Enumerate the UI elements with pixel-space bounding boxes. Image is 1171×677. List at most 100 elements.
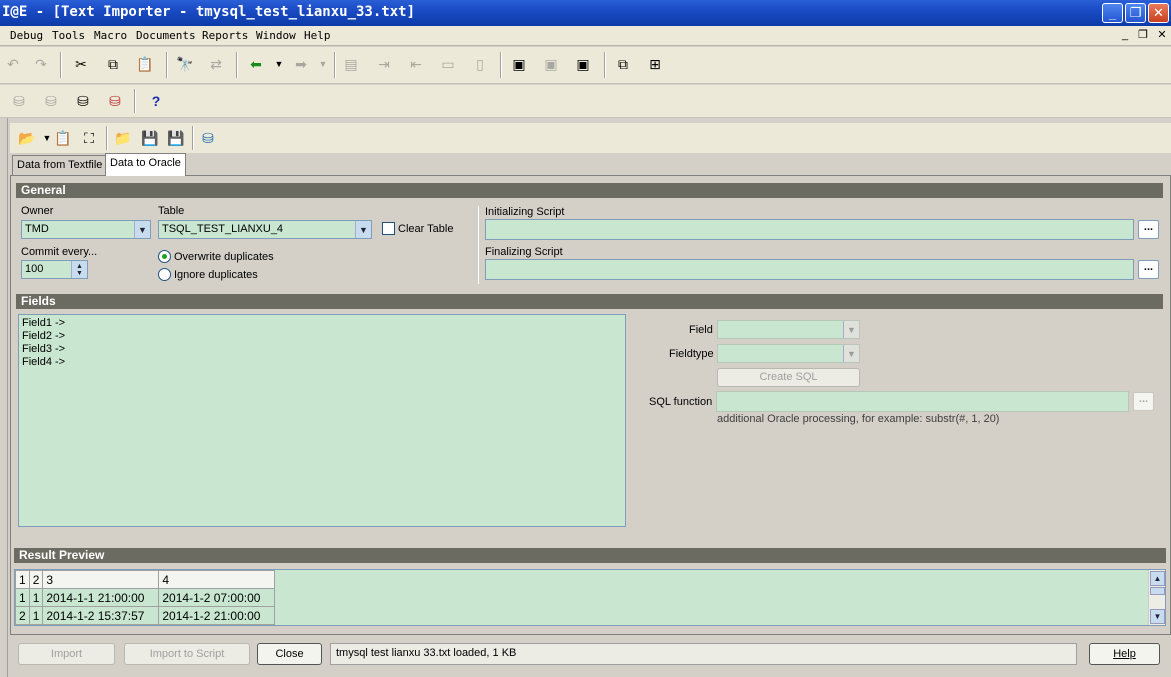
scroll-thumb[interactable] <box>1150 587 1165 595</box>
outdent-icon[interactable]: ⇤ <box>405 53 427 75</box>
tsql-icon[interactable]: ⛁ <box>40 90 62 112</box>
table-cell: 1 <box>28 588 44 607</box>
debug-icon[interactable]: ▣ <box>572 53 594 75</box>
table-row[interactable]: 1 1 2014-1-1 21:00:00 2014-1-2 07:00:00 <box>15 588 276 607</box>
mdi-minimize-icon[interactable]: _ <box>1117 28 1133 43</box>
table-cell: 2014-1-2 21:00:00 <box>158 606 276 625</box>
toolbar-separator <box>500 52 502 78</box>
goto-back-dropdown-icon[interactable]: ▼ <box>268 53 290 75</box>
import-button[interactable]: Import <box>18 643 115 665</box>
save-as-icon[interactable]: 💾 <box>165 127 187 149</box>
help-icon[interactable]: ? <box>145 90 167 112</box>
chevron-down-icon[interactable]: ▼ <box>843 321 859 338</box>
menu-bar: Debug Tools Macro Documents Reports Wind… <box>0 26 1171 46</box>
toolbar-separator <box>334 52 336 78</box>
initializing-script-input[interactable] <box>485 219 1134 240</box>
menu-help[interactable]: Help <box>304 29 331 42</box>
import-to-script-button[interactable]: Import to Script <box>124 643 250 665</box>
fields-list[interactable]: Field1 -> Field2 -> Field3 -> Field4 -> <box>18 314 626 527</box>
fields-header: Fields <box>16 294 1163 309</box>
paste-data-icon[interactable]: 📋 <box>52 127 74 149</box>
sql-function-browse-button[interactable]: ... <box>1133 392 1154 411</box>
clear-table-checkbox[interactable] <box>382 222 395 235</box>
redo-icon[interactable]: ↷ <box>30 53 52 75</box>
mdi-close-icon[interactable]: ✕ <box>1154 28 1170 43</box>
column-header[interactable]: 1 <box>15 570 30 589</box>
ignore-duplicates-label[interactable]: Ignore duplicates <box>174 269 258 281</box>
step-icon[interactable]: ▣ <box>540 53 562 75</box>
cut-icon[interactable]: ✂ <box>70 53 92 75</box>
list-item[interactable]: Field4 -> <box>22 356 622 369</box>
table-cell: 1 <box>28 606 44 625</box>
finalizing-script-browse-button[interactable]: ... <box>1138 260 1159 279</box>
result-table: 1 2 3 4 1 1 2014-1-1 21:00:00 2014-1-2 0… <box>15 570 276 625</box>
disconnect-icon[interactable]: ⛁ <box>104 90 126 112</box>
indent-icon[interactable]: ⇥ <box>373 53 395 75</box>
menu-documents[interactable]: Documents <box>136 29 196 42</box>
column-header[interactable]: 4 <box>158 570 276 589</box>
restore-button[interactable]: ❐ <box>1125 3 1146 23</box>
tile-windows-icon[interactable]: ⊞ <box>644 53 666 75</box>
execute-icon[interactable]: ▣ <box>508 53 530 75</box>
undo-icon[interactable]: ↶ <box>2 53 24 75</box>
vertical-scrollbar[interactable]: ▲ ▼ <box>1148 570 1165 625</box>
commit-every-value: 100 <box>25 263 44 275</box>
tab-data-from-textfile[interactable]: Data from Textfile <box>12 155 108 175</box>
create-sql-button[interactable]: Create SQL <box>717 368 860 387</box>
owner-select[interactable]: TMD ▼ <box>21 220 151 239</box>
table-row[interactable]: 2 1 2014-1-2 15:37:57 2014-1-2 21:00:00 <box>15 606 276 625</box>
menu-reports[interactable]: Reports <box>202 29 248 42</box>
ignore-duplicates-radio[interactable] <box>158 268 171 281</box>
replace-icon[interactable]: ⇄ <box>205 53 227 75</box>
scroll-down-icon[interactable]: ▼ <box>1150 609 1165 624</box>
initializing-script-browse-button[interactable]: ... <box>1138 220 1159 239</box>
list-item[interactable]: Field2 -> <box>22 330 622 343</box>
help-button[interactable]: Help <box>1089 643 1160 665</box>
close-button[interactable]: Close <box>257 643 322 665</box>
connect-icon[interactable]: ⛁ <box>72 90 94 112</box>
goto-forward-dropdown-icon[interactable]: ▼ <box>312 53 334 75</box>
tab-data-to-oracle[interactable]: Data to Oracle <box>105 153 186 176</box>
fieldtype-select[interactable]: ▼ <box>717 344 860 363</box>
clear-table-label[interactable]: Clear Table <box>398 223 453 235</box>
result-preview-grid[interactable]: 1 2 3 4 1 1 2014-1-1 21:00:00 2014-1-2 0… <box>14 569 1166 626</box>
scroll-up-icon[interactable]: ▲ <box>1150 571 1165 586</box>
menu-macro[interactable]: Macro <box>94 29 127 42</box>
clear-icon[interactable]: ⛶ <box>78 127 100 149</box>
list-item[interactable]: Field1 -> <box>22 317 622 330</box>
mdi-restore-icon[interactable]: ❐ <box>1135 28 1151 43</box>
find-icon[interactable]: 🔭 <box>174 53 196 75</box>
comment-icon[interactable]: ▭ <box>437 53 459 75</box>
list-item[interactable]: Field3 -> <box>22 343 622 356</box>
document-icon[interactable]: ▤ <box>340 53 362 75</box>
menu-debug[interactable]: Debug <box>10 29 43 42</box>
minimize-button[interactable]: _ <box>1102 3 1123 23</box>
menu-tools[interactable]: Tools <box>52 29 85 42</box>
spin-arrows-icon[interactable]: ▲ ▼ <box>71 261 87 278</box>
oracle-connection-icon[interactable]: ⛁ <box>197 127 219 149</box>
sql-function-input[interactable] <box>716 391 1129 412</box>
chevron-down-icon[interactable]: ▼ <box>355 221 371 238</box>
field-select[interactable]: ▼ <box>717 320 860 339</box>
column-header[interactable]: 3 <box>42 570 160 589</box>
close-window-button[interactable]: ✕ <box>1148 3 1169 23</box>
paste-icon[interactable]: 📋 <box>134 53 156 75</box>
chevron-down-icon[interactable]: ▼ <box>843 345 859 362</box>
chevron-down-icon[interactable]: ▼ <box>134 221 150 238</box>
finalizing-script-input[interactable] <box>485 259 1134 280</box>
copy-icon[interactable]: ⧉ <box>102 53 124 75</box>
column-header[interactable]: 2 <box>28 570 44 589</box>
save-icon[interactable]: 💾 <box>139 127 161 149</box>
uncomment-icon[interactable]: ▯ <box>469 53 491 75</box>
goto-back-icon[interactable]: ⬅ <box>245 53 267 75</box>
overwrite-duplicates-radio[interactable] <box>158 250 171 263</box>
commit-every-spinner[interactable]: 100 ▲ ▼ <box>21 260 88 279</box>
table-select[interactable]: TSQL_TEST_LIANXU_4 ▼ <box>158 220 372 239</box>
open-file-icon[interactable]: 📁 <box>112 127 134 149</box>
overwrite-duplicates-label[interactable]: Overwrite duplicates <box>174 251 274 263</box>
menu-window[interactable]: Window <box>256 29 296 42</box>
database-icon[interactable]: ⛁ <box>8 90 30 112</box>
goto-forward-icon[interactable]: ➡ <box>290 53 312 75</box>
open-template-icon[interactable]: 📂 <box>16 127 38 149</box>
cascade-windows-icon[interactable]: ⧉ <box>612 53 634 75</box>
